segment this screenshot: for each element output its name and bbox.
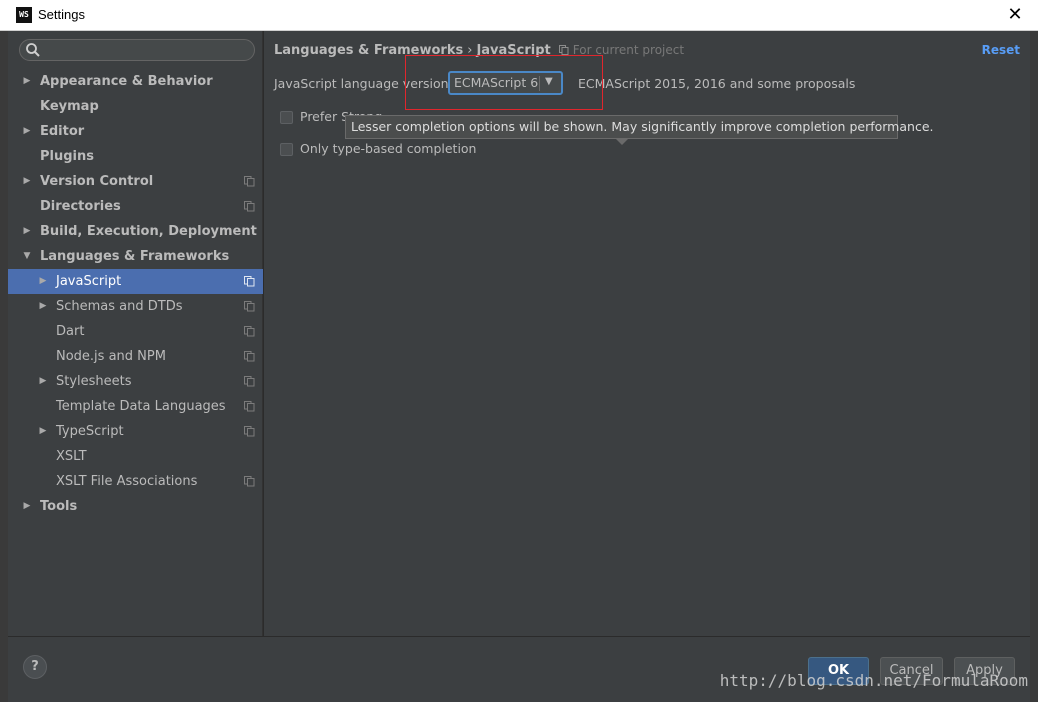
project-scope-icon (244, 351, 255, 362)
sidebar-item-label: TypeScript (56, 424, 124, 439)
chevron-right-icon[interactable]: ▶ (37, 369, 49, 394)
sidebar-item[interactable]: Keymap (8, 94, 263, 119)
project-scope-icon (244, 426, 255, 437)
sidebar-item-label: JavaScript (56, 274, 122, 289)
sidebar-item-label: Directories (40, 199, 121, 214)
chevron-right-icon[interactable]: ▶ (37, 419, 49, 444)
sidebar-item-label: Languages & Frameworks (40, 249, 230, 264)
help-button[interactable]: ? (23, 655, 47, 679)
sidebar-item-label: Schemas and DTDs (56, 299, 183, 314)
sidebar-item-label: Version Control (40, 174, 154, 189)
window-frame-left (0, 31, 8, 702)
chevron-right-icon[interactable]: ▶ (21, 119, 33, 144)
sidebar-item-label: Keymap (40, 99, 99, 114)
reset-link[interactable]: Reset (982, 43, 1020, 57)
sidebar-item[interactable]: ▶ JavaScript (8, 269, 263, 294)
type-based-completion-checkbox[interactable] (280, 143, 293, 156)
type-based-completion-label[interactable]: Only type-based completion (300, 141, 476, 156)
sidebar-item-label: Tools (40, 499, 78, 514)
sidebar-item[interactable]: Template Data Languages (8, 394, 263, 419)
sidebar-item[interactable]: ▼ Languages & Frameworks (8, 244, 263, 269)
sidebar-item[interactable]: Directories (8, 194, 263, 219)
window-frame-right (1030, 31, 1038, 702)
settings-sidebar: ▶ Appearance & Behavior Keymap ▶ Editor Plugi… (8, 31, 263, 636)
sidebar-item[interactable]: ▶ Build, Execution, Deployment (8, 219, 263, 244)
language-version-description: ECMAScript 2015, 2016 and some proposals (578, 76, 856, 91)
sidebar-item[interactable]: ▶ Editor (8, 119, 263, 144)
dialog-footer: ? OK Cancel Apply (8, 636, 1030, 702)
tooltip-pointer (615, 138, 629, 145)
sidebar-item[interactable]: ▶ Version Control (8, 169, 263, 194)
chevron-down-icon[interactable]: ▼ (21, 244, 33, 269)
sidebar-item-label: Template Data Languages (56, 399, 226, 414)
project-scope-icon (558, 45, 569, 55)
sidebar-item[interactable]: Node.js and NPM (8, 344, 263, 369)
project-scope-icon (244, 201, 255, 212)
project-scope-icon (244, 476, 255, 487)
title-bar: WS Settings ✕ (0, 0, 1038, 31)
project-scope-icon (244, 276, 255, 287)
watermark-text: http://blog.csdn.net/FormulaRoom (719, 671, 1028, 690)
sidebar-item-label: Appearance & Behavior (40, 74, 213, 89)
search-box[interactable] (19, 39, 255, 61)
sidebar-item-label: XSLT File Associations (56, 474, 198, 489)
sidebar-item-label: Build, Execution, Deployment (40, 224, 257, 239)
sidebar-item[interactable]: XSLT (8, 444, 263, 469)
project-scope-icon (244, 376, 255, 387)
close-icon[interactable]: ✕ (1004, 4, 1026, 26)
sidebar-item-label: Dart (56, 324, 85, 339)
sidebar-item[interactable]: ▶ Schemas and DTDs (8, 294, 263, 319)
project-scope-icon (244, 176, 255, 187)
window-title: Settings (38, 7, 85, 22)
annotation-highlight-box (405, 55, 603, 110)
sidebar-item[interactable]: ▶ Stylesheets (8, 369, 263, 394)
search-input[interactable] (44, 42, 244, 58)
sidebar-item-label: XSLT (56, 449, 87, 464)
sidebar-item[interactable]: XSLT File Associations (8, 469, 263, 494)
sidebar-item-label: Node.js and NPM (56, 349, 166, 364)
chevron-right-icon[interactable]: ▶ (37, 269, 49, 294)
webstorm-app-icon: WS (16, 7, 32, 23)
sidebar-item-label: Stylesheets (56, 374, 132, 389)
project-scope-icon (244, 326, 255, 337)
chevron-right-icon[interactable]: ▶ (21, 219, 33, 244)
sidebar-item[interactable]: ▶ Appearance & Behavior (8, 69, 263, 94)
chevron-right-icon[interactable]: ▶ (21, 69, 33, 94)
prefer-strong-checkbox[interactable] (280, 111, 293, 124)
settings-content: Languages & Frameworks › JavaScript For cur… (264, 31, 1030, 636)
project-scope-icon (244, 401, 255, 412)
sidebar-item[interactable]: Plugins (8, 144, 263, 169)
sidebar-item[interactable]: ▶ TypeScript (8, 419, 263, 444)
project-scope-icon (244, 301, 255, 312)
settings-tree: ▶ Appearance & Behavior Keymap ▶ Editor Plugi… (8, 69, 263, 519)
chevron-right-icon[interactable]: ▶ (37, 294, 49, 319)
search-icon (26, 43, 40, 57)
completion-tooltip: Lesser completion options will be shown.… (345, 115, 933, 139)
chevron-right-icon[interactable]: ▶ (21, 494, 33, 519)
chevron-right-icon[interactable]: ▶ (21, 169, 33, 194)
sidebar-item-label: Editor (40, 124, 85, 139)
sidebar-item-label: Plugins (40, 149, 94, 164)
sidebar-item[interactable]: ▶ Tools (8, 494, 263, 519)
sidebar-item[interactable]: Dart (8, 319, 263, 344)
